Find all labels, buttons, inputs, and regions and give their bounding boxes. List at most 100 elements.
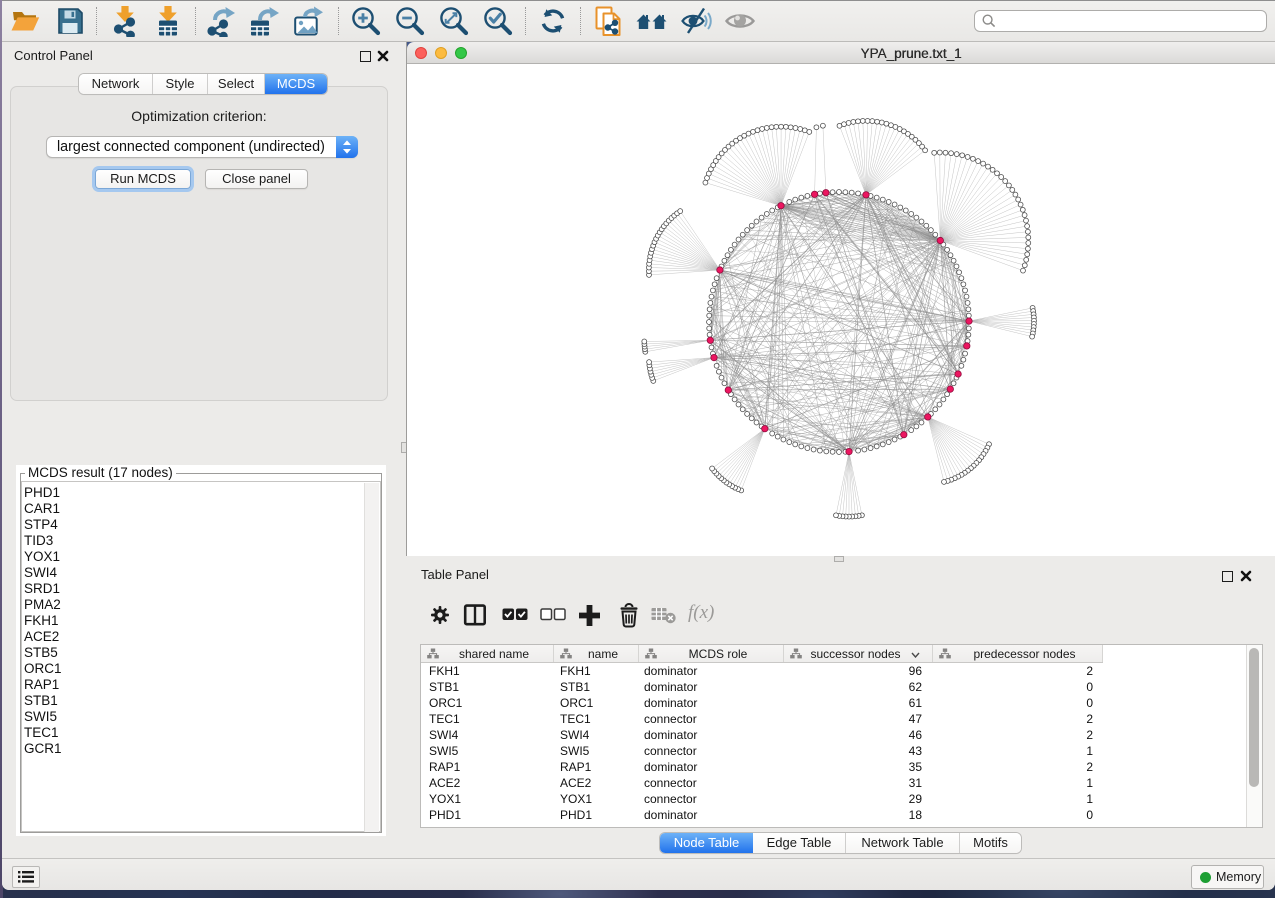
close-panel-button[interactable]: Close panel <box>205 169 308 189</box>
cell-predecessor_nodes: 0 <box>933 680 1093 694</box>
network-frame-titlebar[interactable]: YPA_prune.txt_1 <box>407 42 1275 64</box>
deselect-all-rows-icon[interactable] <box>540 607 566 622</box>
table-row[interactable]: YOX1YOX1connector291 <box>421 791 1262 807</box>
mcds-result-item[interactable]: RAP1 <box>24 677 62 693</box>
toolbar-separator <box>195 7 196 35</box>
mcds-result-item[interactable]: SWI4 <box>24 565 62 581</box>
search-input[interactable] <box>974 10 1267 32</box>
status-bar: Memory <box>2 858 1275 890</box>
mcds-result-item[interactable]: FKH1 <box>24 613 62 629</box>
zoom-in-icon[interactable] <box>350 5 382 37</box>
tab-select[interactable]: Select <box>208 74 265 94</box>
apply-layout-icon[interactable] <box>537 5 569 37</box>
mcds-result-item[interactable]: PMA2 <box>24 597 62 613</box>
run-mcds-button[interactable]: Run MCDS <box>95 169 191 189</box>
mcds-result-list[interactable]: PHD1CAR1STP4TID3YOX1SWI4SRD1PMA2FKH1ACE2… <box>21 481 381 832</box>
export-network-icon[interactable] <box>205 5 237 37</box>
table-row[interactable]: SWI4SWI4dominator462 <box>421 727 1262 743</box>
mcds-result-item[interactable]: GCR1 <box>24 741 62 757</box>
close-traffic-light[interactable] <box>415 47 427 59</box>
import-network-icon[interactable] <box>109 5 141 37</box>
mcds-result-item[interactable]: STB5 <box>24 645 62 661</box>
mcds-result-item[interactable]: ORC1 <box>24 661 62 677</box>
mcds-result-item[interactable]: SRD1 <box>24 581 62 597</box>
table-scrollbar-thumb[interactable] <box>1249 648 1259 787</box>
delete-table-icon[interactable] <box>651 607 676 624</box>
column-header-shared-name[interactable]: shared name <box>421 645 554 662</box>
open-file-icon[interactable] <box>9 5 41 37</box>
add-icon[interactable] <box>577 603 602 628</box>
node-table[interactable]: shared namenameMCDS rolesuccessor nodesp… <box>420 644 1263 828</box>
tab-mcds[interactable]: MCDS <box>265 74 327 94</box>
mcds-list-scrollbar[interactable] <box>364 483 379 832</box>
cell-predecessor_nodes: 0 <box>933 696 1093 710</box>
new-network-from-selection-icon[interactable] <box>592 5 624 37</box>
column-header-predecessor-nodes[interactable]: predecessor nodes <box>933 645 1103 662</box>
column-header-successor-nodes[interactable]: successor nodes <box>784 645 933 662</box>
table-scrollbar[interactable] <box>1246 645 1262 827</box>
column-header-name[interactable]: name <box>554 645 639 662</box>
select-all-rows-icon[interactable] <box>502 607 528 622</box>
split-divider-handle-horizontal[interactable] <box>834 556 844 562</box>
cell-mcds_role: dominator <box>644 696 697 710</box>
maximize-traffic-light[interactable] <box>455 47 467 59</box>
tab-style[interactable]: Style <box>153 74 208 94</box>
mcds-result-item[interactable]: SWI5 <box>24 709 62 725</box>
save-session-icon[interactable] <box>54 5 86 37</box>
tab-node-table[interactable]: Node Table <box>660 833 753 853</box>
table-row[interactable]: ACE2ACE2connector311 <box>421 775 1262 791</box>
control-panel-close-icon[interactable] <box>377 50 389 62</box>
zoom-fit-icon[interactable] <box>438 5 470 37</box>
zoom-selected-icon[interactable] <box>482 5 514 37</box>
export-table-icon[interactable] <box>248 5 280 37</box>
table-row[interactable]: RAP1RAP1dominator352 <box>421 759 1262 775</box>
mcds-result-item[interactable]: ACE2 <box>24 629 62 645</box>
mcds-result-item[interactable]: TID3 <box>24 533 62 549</box>
table-row[interactable]: FKH1FKH1dominator962 <box>421 663 1262 679</box>
delete-icon[interactable] <box>618 603 640 628</box>
cell-mcds_role: dominator <box>644 808 697 822</box>
mcds-result-item[interactable]: PHD1 <box>24 485 62 501</box>
table-panel-title: Table Panel <box>421 567 489 582</box>
mcds-result-item[interactable]: STB1 <box>24 693 62 709</box>
control-panel-tabs: Network Style Select MCDS <box>79 74 327 94</box>
tab-network-table[interactable]: Network Table <box>846 833 960 853</box>
mcds-result-item[interactable]: CAR1 <box>24 501 62 517</box>
minimize-traffic-light[interactable] <box>435 47 447 59</box>
export-image-icon[interactable] <box>292 5 324 37</box>
mcds-result-item[interactable]: TEC1 <box>24 725 62 741</box>
mcds-result-item[interactable]: YOX1 <box>24 549 62 565</box>
table-row[interactable]: TEC1TEC1connector472 <box>421 711 1262 727</box>
show-panels-button[interactable] <box>12 866 40 888</box>
tab-motifs[interactable]: Motifs <box>960 833 1021 853</box>
table-panel-close-icon[interactable] <box>1240 570 1252 582</box>
table-row[interactable]: PHD1PHD1dominator180 <box>421 807 1262 823</box>
column-header-MCDS-role[interactable]: MCDS role <box>639 645 784 662</box>
memory-button[interactable]: Memory <box>1191 865 1264 889</box>
network-view-frame: YPA_prune.txt_1 <box>406 42 1275 556</box>
mcds-result-item[interactable]: STP4 <box>24 517 62 533</box>
cell-mcds_role: connector <box>644 776 697 790</box>
table-row[interactable]: SWI5SWI5connector431 <box>421 743 1262 759</box>
control-panel-float-icon[interactable] <box>360 51 371 62</box>
show-columns-icon[interactable] <box>463 603 487 627</box>
tab-network[interactable]: Network <box>79 74 153 94</box>
table-row[interactable]: STB1STB1dominator620 <box>421 679 1262 695</box>
cell-predecessor_nodes: 2 <box>933 760 1093 774</box>
cell-shared_name: PHD1 <box>429 808 461 822</box>
main-toolbar <box>2 1 1275 42</box>
table-panel-float-icon[interactable] <box>1222 571 1233 582</box>
table-row[interactable]: ORC1ORC1dominator610 <box>421 695 1262 711</box>
tab-edge-table[interactable]: Edge Table <box>753 833 846 853</box>
table-options-icon[interactable] <box>430 605 450 625</box>
hide-selected-icon[interactable] <box>680 5 712 37</box>
first-neighbors-icon[interactable] <box>636 5 668 37</box>
zoom-out-icon[interactable] <box>394 5 426 37</box>
cell-predecessor_nodes: 2 <box>933 664 1093 678</box>
cell-name: PHD1 <box>560 808 592 822</box>
network-canvas[interactable] <box>407 64 1275 556</box>
import-table-icon[interactable] <box>152 5 184 37</box>
optimization-criterion-select[interactable]: largest connected component (undirected) <box>46 136 358 158</box>
show-all-icon[interactable] <box>724 5 756 37</box>
function-builder-icon[interactable]: f(x) <box>688 602 714 624</box>
